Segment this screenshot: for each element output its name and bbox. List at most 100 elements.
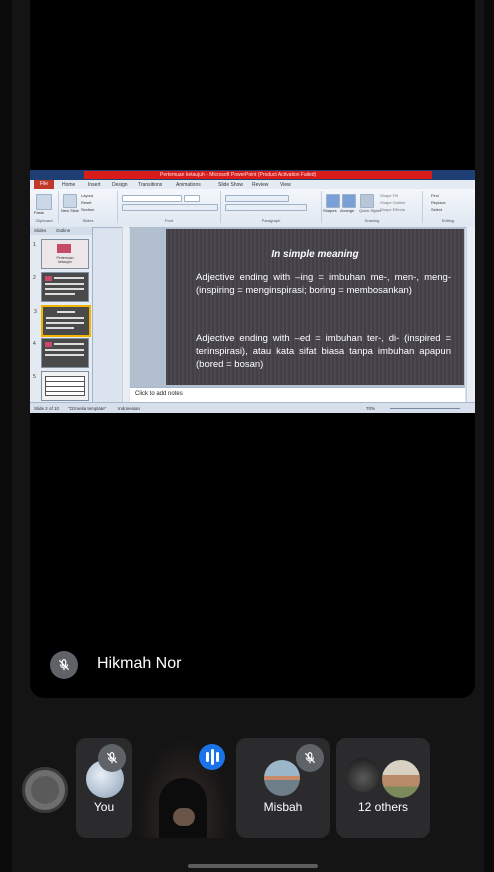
thumbnail-line — [54, 277, 84, 279]
slide-thumbnail[interactable]: 2 — [33, 272, 89, 302]
thumbnail-line — [46, 317, 84, 319]
participant-tile-you[interactable]: You — [76, 738, 132, 838]
participant-name: Misbah — [263, 800, 303, 814]
panel-tabs: Slides Outline — [30, 227, 92, 235]
thumbnail-line — [45, 293, 75, 295]
participant-tile-misbah[interactable]: Misbah — [236, 738, 330, 838]
avatar — [346, 758, 380, 792]
zoom-slider[interactable] — [390, 408, 460, 409]
ribbon-group-label: Editing — [441, 218, 455, 223]
font-name-box[interactable] — [122, 195, 182, 202]
slides-panel: Slides Outline 1 Pertemuan ketaujuh 2 3 — [30, 227, 93, 402]
ribbon-group-clipboard: Paste Clipboard — [30, 191, 59, 223]
editor-scrollbar[interactable] — [466, 227, 475, 402]
thumbnail-line — [54, 343, 84, 345]
quick-styles-label: Quick Styles — [359, 208, 382, 213]
thumbnail-accent — [45, 342, 52, 347]
participant-tile-speaking[interactable] — [137, 738, 231, 838]
mic-off-icon — [98, 744, 126, 772]
tab-slides[interactable]: Slides — [34, 228, 46, 233]
slide-thumbnail[interactable]: 5 — [33, 371, 89, 401]
thumbnail-table — [45, 376, 85, 396]
status-bar: Slide 2 of 10 "Ozmelia template" Indones… — [30, 402, 475, 413]
replace-button[interactable]: Replace — [431, 200, 446, 205]
speaker-mic-off-icon — [50, 651, 78, 679]
participant-tile-others[interactable]: 12 others — [336, 738, 430, 838]
face — [173, 808, 195, 826]
presentation-stage[interactable]: Pertemuan ketaujuh - Microsoft PowerPoin… — [30, 0, 475, 698]
ribbon-group-label: Clipboard — [35, 218, 53, 223]
speaking-indicator-icon — [199, 744, 225, 770]
current-slide[interactable]: In simple meaning Adjective ending with … — [166, 229, 464, 385]
floating-self-view-button[interactable] — [22, 767, 68, 813]
tab-view[interactable]: View — [280, 182, 291, 188]
shared-screen: Pertemuan ketaujuh - Microsoft PowerPoin… — [30, 170, 475, 413]
slide-number: 5 — [33, 374, 36, 380]
list-buttons[interactable] — [225, 195, 289, 202]
slide-paragraph-ed: Adjective ending with –ed = imbuhan ter-… — [196, 333, 451, 370]
slide-thumbnail-selected[interactable]: 3 — [34, 305, 91, 337]
ribbon-group-label: Paragraph — [261, 218, 281, 223]
tab-design[interactable]: Design — [112, 182, 128, 188]
ribbon-group-label: Font — [164, 218, 173, 223]
slide-thumbnail[interactable]: 4 — [33, 338, 89, 368]
font-size-box[interactable] — [184, 195, 200, 202]
screen-left-edge — [0, 0, 12, 872]
font-format-buttons[interactable] — [122, 204, 218, 211]
language-indicator[interactable]: Indonesian — [118, 406, 140, 411]
tab-outline[interactable]: Outline — [56, 228, 70, 233]
new-slide-label: New Slide — [61, 208, 80, 213]
section-button[interactable]: Section — [81, 207, 94, 212]
arrange-icon[interactable] — [342, 194, 356, 208]
ribbon-group-label: Drawing — [364, 218, 380, 223]
avatar — [380, 758, 422, 800]
thumbnail-line — [45, 288, 84, 290]
window-title: Pertemuan ketaujuh - Microsoft PowerPoin… — [160, 172, 317, 178]
align-buttons[interactable] — [225, 204, 307, 211]
tab-insert[interactable]: Insert — [88, 182, 101, 188]
tab-slide-show[interactable]: Slide Show — [218, 182, 243, 188]
thumbnail-line — [46, 327, 74, 329]
shapes-label: Shapes — [323, 208, 337, 213]
tab-transitions[interactable]: Transitions — [138, 182, 162, 188]
arrange-label: Arrange — [340, 208, 355, 213]
file-tab[interactable]: File — [34, 180, 54, 189]
shape-fill-button[interactable]: Shape Fill — [380, 193, 398, 198]
slide-heading: In simple meaning — [271, 249, 359, 260]
new-slide-icon[interactable] — [63, 194, 77, 208]
shape-outline-button[interactable]: Shape Outline — [380, 200, 405, 205]
slide-thumbnail[interactable]: 1 Pertemuan ketaujuh — [33, 239, 89, 269]
home-indicator[interactable] — [188, 864, 318, 868]
thumbnail-line — [46, 322, 84, 324]
slide-number: 1 — [33, 242, 36, 248]
slide-number: 2 — [33, 275, 36, 281]
tab-animations[interactable]: Animations — [176, 182, 201, 188]
tab-home[interactable]: Home — [62, 182, 75, 188]
screen-right-edge — [484, 0, 494, 872]
participant-name: You — [93, 800, 115, 814]
quick-styles-icon[interactable] — [360, 194, 374, 208]
select-button[interactable]: Select — [431, 207, 442, 212]
tab-review[interactable]: Review — [252, 182, 268, 188]
find-button[interactable]: Find — [431, 193, 439, 198]
slide-number: 3 — [34, 309, 37, 315]
reset-button[interactable]: Reset — [81, 200, 91, 205]
ribbon-tabs: File Home Insert Design Transitions Anim… — [30, 180, 475, 189]
ribbon-group-paragraph: Paragraph — [221, 191, 322, 223]
theme-name: "Ozmelia template" — [68, 406, 107, 411]
thumbnail-logo — [57, 244, 71, 253]
layout-button[interactable]: Layout — [81, 193, 93, 198]
paste-label: Paste — [34, 210, 45, 215]
notes-pane[interactable]: Click to add notes — [130, 387, 465, 403]
slide-counter: Slide 2 of 10 — [34, 406, 60, 411]
mic-off-icon — [296, 744, 324, 772]
slides-panel-scrollbar[interactable] — [122, 227, 129, 402]
thumbnail-line — [45, 354, 84, 356]
shapes-icon[interactable] — [326, 194, 340, 208]
notes-placeholder: Click to add notes — [135, 391, 183, 397]
zoom-level[interactable]: 70% — [366, 406, 375, 411]
ribbon-group-label: Slides — [82, 218, 94, 223]
shape-effects-button[interactable]: Shape Effects — [380, 207, 405, 212]
paste-icon[interactable] — [36, 194, 52, 210]
slide-editor: In simple meaning Adjective ending with … — [130, 227, 465, 387]
